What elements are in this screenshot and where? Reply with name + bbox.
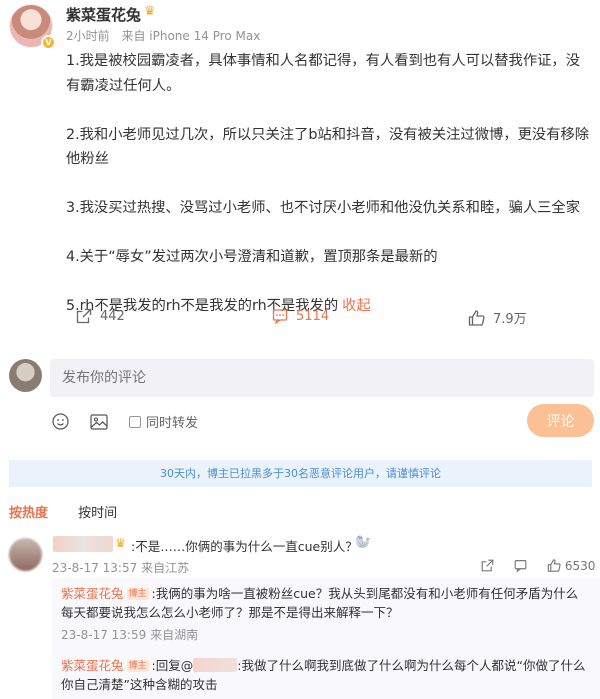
tab-sort-time[interactable]: 按时间 [78,506,117,521]
comment-location: 来自江苏 [141,561,190,575]
like-button[interactable]: 7.9万 [468,308,527,327]
commenter-name-redacted[interactable] [53,536,113,552]
comment-date: 23-8-17 13:57 [52,561,138,575]
reply-date: 23-8-17 13:59 [61,628,147,642]
author-badge: 博主 [126,588,149,600]
image-icon [90,413,108,430]
comment-repost-button[interactable] [481,559,494,575]
image-button[interactable] [90,413,108,430]
submit-comment-button[interactable]: 评论 [527,404,594,437]
comment-icon [514,560,527,573]
post-paragraph-1: 1.我是被校园霸凌者，具体事情和人名都记得，有人看到也有人可以替我作证，没有霸凌… [66,53,581,94]
emoji-icon [52,413,69,430]
fan-crown-icon: ♛ [144,4,156,19]
commenter-avatar[interactable] [9,538,42,571]
repost-toggle-label: 同时转发 [146,416,199,431]
post-paragraph-2: 2.我和小老师见过几次，所以只关注了b站和抖音，没有被关注过微博，更没有移除他粉… [66,126,590,168]
post-source: 来自 iPhone 14 Pro Max [121,29,261,43]
current-user-avatar[interactable] [9,359,42,392]
comment-meta: 23-8-17 13:57 来自江苏 [52,559,189,576]
post-header: V 紫菜蛋花兔 ♛ 2小时前 来自 iPhone 14 Pro Max [0,0,600,50]
author-avatar[interactable]: V [9,4,56,50]
comment-input[interactable] [50,359,594,397]
emoji-sticker-icon: 🦭 [355,535,372,550]
post-paragraph-3: 3.我没买过热搜、没骂过小老师、也不讨厌小老师和他没仇关系和睦，骗人三全家 [66,200,581,216]
reply-location: 来自湖南 [150,628,199,642]
reply-item: 紫菜蛋花兔 博主:回复@:我做了什么啊我到底做了什么啊为什么每个人都说“你做了什么… [61,656,589,694]
fan-crown-icon: ♛ [115,536,126,550]
repost-icon [76,308,92,324]
repost-toggle[interactable]: 同时转发 [129,412,198,431]
comment-sort-tabs: 按热度 按时间 [9,502,117,521]
tab-sort-hot[interactable]: 按热度 [9,506,48,521]
action-bar: 442 5114 7.9万 [0,308,600,332]
comment-count: 5114 [296,308,330,324]
author-badge: 博主 [126,660,149,672]
author-name[interactable]: 紫菜蛋花兔 [66,4,141,25]
repost-checkbox[interactable] [129,415,141,428]
repost-button[interactable]: 442 [76,308,125,324]
reply-author-name[interactable]: 紫菜蛋花兔 [61,586,124,601]
reply-item: 紫菜蛋花兔 博主:我俩的事为啥一直被粉丝cue？我从头到尾都没有和小老师有任何矛盾… [61,584,589,645]
like-count: 7.9万 [493,312,527,327]
post-meta: 2小时前 来自 iPhone 14 Pro Max [66,27,268,44]
verified-badge-icon: V [41,35,56,50]
thumbs-up-icon [468,309,485,326]
comment-reply-button[interactable] [514,559,527,575]
comment-button[interactable]: 5114 [272,308,329,324]
composer-tools: 同时转发 [52,412,219,431]
reply-prefix: :回复@ [151,658,194,673]
mentioned-user-redacted[interactable] [193,658,238,672]
comment-like-count: 6530 [564,559,596,573]
comment-icon [272,309,288,324]
emoji-button[interactable] [52,413,69,430]
comment-text: :不是……你俩的事为什么一直cue别人？ [131,539,358,554]
thumbs-up-icon [547,559,561,572]
comment-like-button[interactable]: 6530 [547,559,595,573]
reply-meta: 23-8-17 13:59 来自湖南 [61,626,589,645]
reply-author-name[interactable]: 紫菜蛋花兔 [61,658,124,673]
repost-icon [481,559,494,572]
post-time[interactable]: 2小时前 [66,29,110,43]
post-paragraph-4: 4.关于“辱女”发过两次小号澄清和道歉，置顶那条是最新的 [66,249,438,265]
post-body: 1.我是被校园霸凌者，具体事情和人名都记得，有人看到也有人可以替我作证，没有霸凌… [66,49,591,319]
repost-count: 442 [100,308,125,324]
comment-notice: 30天内，博主已拉黑多于30名恶意评论用户，请谨慎评论 [9,460,592,487]
